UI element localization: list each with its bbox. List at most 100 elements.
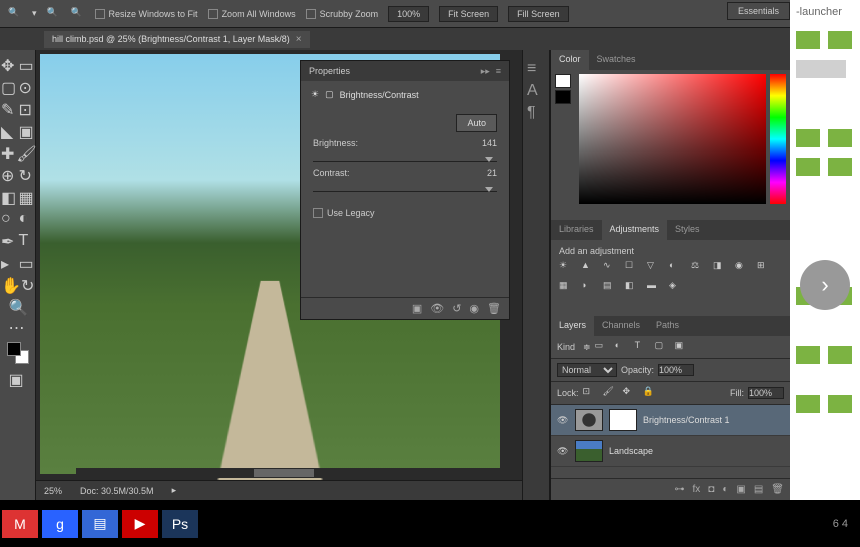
- quick-mask-toggle[interactable]: ▣: [9, 370, 27, 388]
- color-lookup-adj-icon[interactable]: ▦: [559, 280, 575, 294]
- bg-action-btn[interactable]: [828, 129, 852, 147]
- contrast-value[interactable]: 21: [469, 168, 497, 178]
- docs-taskbar-icon[interactable]: ▤: [82, 510, 118, 538]
- channel-mixer-adj-icon[interactable]: ⊞: [757, 260, 773, 274]
- dodge-tool[interactable]: ◐: [19, 210, 35, 228]
- add-mask-icon[interactable]: ◘: [708, 484, 714, 495]
- zoom-level-field[interactable]: 25%: [44, 486, 62, 496]
- bg-field[interactable]: [796, 60, 846, 78]
- swatches-tab[interactable]: Swatches: [589, 50, 644, 70]
- layer-fx-icon[interactable]: fx: [693, 484, 701, 495]
- healing-brush-tool[interactable]: ✚: [1, 144, 14, 162]
- status-arrow-icon[interactable]: ▸: [172, 485, 177, 496]
- selective-color-adj-icon[interactable]: ◈: [669, 280, 685, 294]
- bg-action-btn[interactable]: [828, 395, 852, 413]
- lock-all-icon[interactable]: 🔒: [643, 386, 659, 400]
- rotate-view-tool[interactable]: ↻: [21, 276, 34, 294]
- doc-size-info[interactable]: Doc: 30.5M/30.5M: [80, 486, 154, 496]
- foreground-color-swatch[interactable]: [555, 74, 571, 88]
- paragraph-panel-icon[interactable]: ¶: [527, 104, 545, 122]
- zoom-100-button[interactable]: 100%: [388, 6, 429, 22]
- background-color-swatch[interactable]: [555, 90, 571, 104]
- horizontal-scrollbar[interactable]: [76, 468, 522, 478]
- curves-adj-icon[interactable]: ∿: [603, 260, 619, 274]
- layer-mask-thumb[interactable]: [609, 409, 637, 431]
- photoshop-taskbar-icon[interactable]: Ps: [162, 510, 198, 538]
- bg-action-btn[interactable]: [796, 395, 820, 413]
- filter-smart-icon[interactable]: ▣: [675, 340, 691, 354]
- zoom-tool[interactable]: 🔍: [9, 298, 27, 316]
- adjustments-tab[interactable]: Adjustments: [602, 220, 668, 240]
- use-legacy-checkbox[interactable]: Use Legacy: [313, 208, 375, 218]
- libraries-tab[interactable]: Libraries: [551, 220, 602, 240]
- history-brush-tool[interactable]: ↻: [19, 166, 35, 184]
- eraser-tool[interactable]: ◧: [1, 188, 17, 206]
- type-tool[interactable]: T: [19, 232, 35, 250]
- reset-icon[interactable]: ↺: [452, 302, 461, 315]
- color-tab[interactable]: Color: [551, 50, 589, 70]
- color-balance-adj-icon[interactable]: ⚖: [691, 260, 707, 274]
- next-arrow-button[interactable]: ›: [800, 260, 850, 310]
- clone-stamp-tool[interactable]: ⊕: [1, 166, 17, 184]
- auto-button[interactable]: Auto: [456, 114, 497, 132]
- fit-screen-button[interactable]: Fit Screen: [439, 6, 498, 22]
- quick-select-tool[interactable]: ✎: [1, 100, 17, 118]
- filter-pixel-icon[interactable]: ▭: [595, 340, 611, 354]
- color-field-picker[interactable]: [579, 74, 766, 204]
- shape-tool[interactable]: ▭: [19, 254, 35, 272]
- eyedropper-tool[interactable]: ◣: [1, 122, 17, 140]
- new-group-icon[interactable]: ▣: [736, 484, 745, 495]
- brightness-slider[interactable]: [313, 154, 497, 162]
- brightness-value[interactable]: 141: [469, 138, 497, 148]
- fill-screen-button[interactable]: Fill Screen: [508, 6, 569, 22]
- hue-sat-adj-icon[interactable]: ◐: [669, 260, 685, 274]
- crop-tool[interactable]: ⊡: [19, 100, 35, 118]
- channels-tab[interactable]: Channels: [594, 316, 648, 336]
- toggle-visibility-icon[interactable]: ◉: [469, 302, 479, 315]
- layer-thumb[interactable]: [575, 440, 603, 462]
- bg-action-btn[interactable]: [828, 31, 852, 49]
- lock-position-icon[interactable]: ✥: [623, 386, 639, 400]
- bg-action-btn[interactable]: [796, 31, 820, 49]
- collapse-panel-icon[interactable]: ▸▸: [481, 66, 490, 77]
- google-taskbar-icon[interactable]: g: [42, 510, 78, 538]
- bg-action-btn[interactable]: [796, 346, 820, 364]
- layer-row[interactable]: 👁 Brightness/Contrast 1: [551, 405, 790, 436]
- blur-tool[interactable]: ○: [1, 210, 17, 228]
- new-adjustment-icon[interactable]: ◐: [722, 484, 728, 495]
- threshold-adj-icon[interactable]: ◧: [625, 280, 641, 294]
- tool-preset-dropdown[interactable]: ▾: [32, 8, 37, 19]
- adjustment-layer-thumb[interactable]: [575, 409, 603, 431]
- styles-tab[interactable]: Styles: [667, 220, 708, 240]
- fill-input[interactable]: [748, 387, 784, 399]
- resize-windows-checkbox[interactable]: Resize Windows to Fit: [95, 9, 198, 19]
- visibility-eye-icon[interactable]: 👁: [557, 446, 569, 457]
- character-panel-icon[interactable]: A: [527, 82, 545, 100]
- layer-name[interactable]: Landscape: [609, 446, 653, 456]
- exposure-adj-icon[interactable]: ☐: [625, 260, 641, 274]
- blend-mode-select[interactable]: Normal: [557, 363, 617, 377]
- hue-slider[interactable]: [770, 74, 786, 204]
- clip-to-layer-icon[interactable]: ▣: [412, 302, 422, 315]
- brush-tool[interactable]: 🖌: [16, 144, 34, 162]
- scrubby-zoom-checkbox[interactable]: Scrubby Zoom: [306, 9, 379, 19]
- frame-tool[interactable]: ▣: [19, 122, 35, 140]
- link-layers-icon[interactable]: ⊶: [675, 484, 685, 495]
- delete-layer-icon[interactable]: 🗑: [771, 484, 784, 495]
- path-select-tool[interactable]: ▸: [1, 254, 17, 272]
- layer-filter-kind[interactable]: Kind: [557, 342, 575, 352]
- lasso-tool[interactable]: ⊙: [19, 78, 35, 96]
- layer-row[interactable]: 👁 Landscape: [551, 436, 790, 467]
- view-previous-icon[interactable]: 👁: [430, 302, 444, 315]
- gradient-tool[interactable]: ▦: [19, 188, 35, 206]
- hand-tool[interactable]: ✋: [1, 276, 19, 294]
- visibility-eye-icon[interactable]: 👁: [557, 415, 569, 426]
- history-panel-icon[interactable]: ≡: [527, 60, 545, 78]
- filter-type-icon[interactable]: T: [635, 340, 651, 354]
- bw-adj-icon[interactable]: ◨: [713, 260, 729, 274]
- paths-tab[interactable]: Paths: [648, 316, 687, 336]
- bg-action-btn[interactable]: [828, 158, 852, 176]
- lock-pixels-icon[interactable]: 🖌: [603, 386, 619, 400]
- filter-shape-icon[interactable]: ▢: [655, 340, 671, 354]
- move-tool[interactable]: ✥: [1, 56, 17, 74]
